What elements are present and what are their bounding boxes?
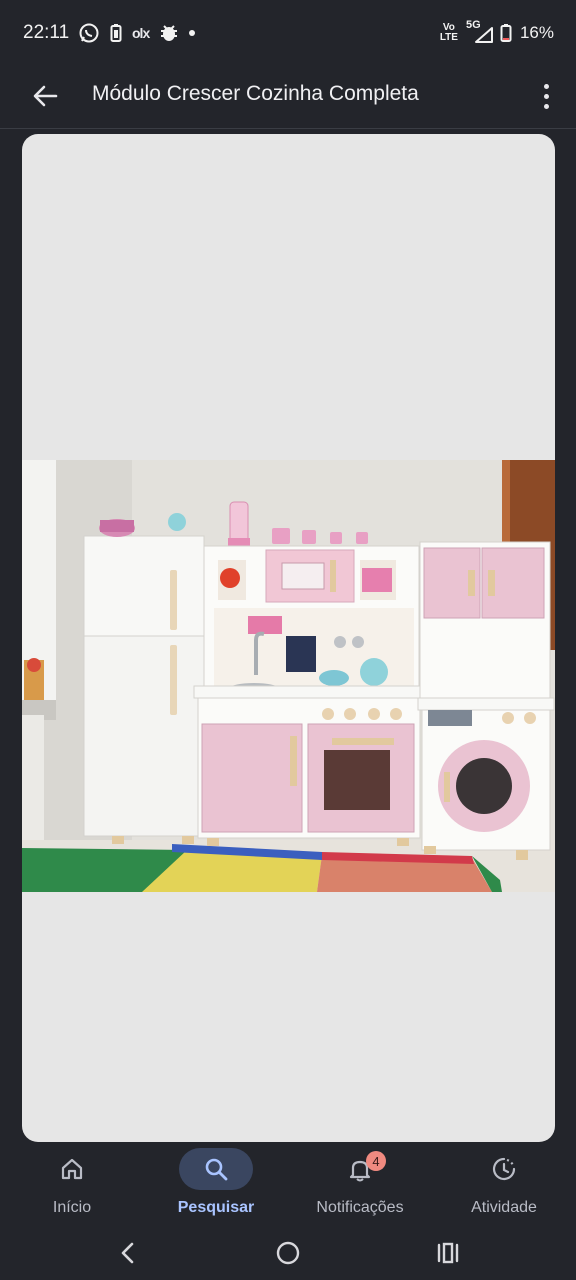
- nav-label-atividade: Atividade: [471, 1199, 537, 1216]
- system-recents-button[interactable]: [428, 1236, 468, 1270]
- whatsapp-icon: [79, 23, 99, 43]
- system-navigation: [0, 1226, 576, 1280]
- circle-home-icon: [276, 1241, 300, 1265]
- signal-5g-icon: 5G: [466, 20, 493, 44]
- nav-label-pesquisar: Pesquisar: [177, 1199, 255, 1216]
- recents-icon: [437, 1242, 459, 1264]
- status-bar: 22:11 olx Vo LTE 5G 16%: [0, 0, 576, 64]
- bug-icon: [161, 25, 178, 41]
- notification-icons: olx: [78, 22, 196, 44]
- image-viewer[interactable]: [22, 134, 555, 1142]
- bottom-navigation: Início Pesquisar 4 Notificações Atividad…: [0, 1142, 576, 1226]
- nav-item-notificacoes[interactable]: 4 Notificações: [288, 1142, 432, 1226]
- nav-item-pesquisar[interactable]: Pesquisar: [144, 1142, 288, 1226]
- activity-icon: [492, 1157, 516, 1181]
- arrow-back-icon: [33, 85, 58, 107]
- notification-badge: 4: [366, 1151, 386, 1171]
- status-time: 22:11: [23, 22, 70, 43]
- volte-indicator: Vo LTE: [439, 22, 458, 43]
- system-home-button[interactable]: [268, 1236, 308, 1270]
- chevron-left-icon: [121, 1242, 134, 1264]
- nav-label-notificacoes: Notificações: [316, 1199, 404, 1216]
- battery-icon: [500, 24, 512, 42]
- page-title: Módulo Crescer Cozinha Completa: [92, 82, 419, 105]
- system-back-button[interactable]: [108, 1236, 148, 1270]
- toy-kitchen-photo[interactable]: [22, 460, 555, 892]
- battery-saver-icon: [110, 24, 122, 42]
- system-status-icons: Vo LTE 5G 16%: [439, 20, 554, 44]
- more-options-button[interactable]: [536, 78, 556, 114]
- dot-icon: [189, 30, 196, 36]
- home-icon: [61, 1158, 83, 1180]
- nav-label-inicio: Início: [52, 1199, 92, 1216]
- battery-percent: 16%: [519, 23, 554, 42]
- nav-item-inicio[interactable]: Início: [0, 1142, 144, 1226]
- app-bar: Módulo Crescer Cozinha Completa: [0, 64, 576, 129]
- more-vert-icon: [543, 83, 549, 89]
- back-button[interactable]: [30, 80, 62, 112]
- search-icon: [205, 1158, 228, 1181]
- olx-icon: olx: [132, 25, 150, 41]
- nav-item-atividade[interactable]: Atividade: [432, 1142, 576, 1226]
